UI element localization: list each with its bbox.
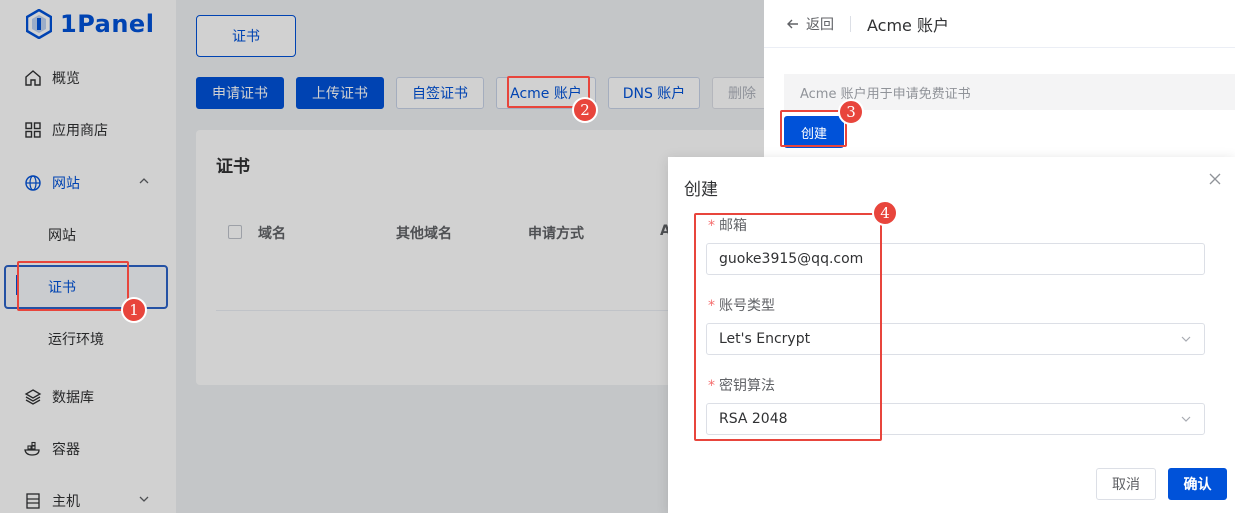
cancel-button[interactable]: 取消 — [1096, 468, 1156, 500]
back-label: 返回 — [806, 16, 834, 33]
annotation-box-4 — [694, 213, 882, 441]
arrow-left-icon — [787, 19, 798, 28]
annotation-box-3 — [780, 110, 847, 147]
dialog-title: 创建 — [684, 180, 718, 200]
close-icon[interactable] — [1207, 171, 1223, 187]
chevron-down-icon — [1181, 336, 1191, 342]
header-divider — [850, 15, 851, 32]
chevron-down-icon — [1181, 416, 1191, 422]
confirm-button[interactable]: 确认 — [1168, 468, 1227, 500]
drawer-title: Acme 账户 — [867, 15, 949, 35]
drawer-header: 返回 Acme 账户 — [764, 0, 1235, 48]
annotation-badge-1: 1 — [121, 297, 147, 323]
annotation-badge-4: 4 — [872, 200, 898, 226]
back-button[interactable]: 返回 — [786, 14, 834, 34]
annotation-badge-2: 2 — [572, 97, 598, 123]
annotation-badge-3: 3 — [838, 99, 864, 125]
annotation-box-1 — [17, 261, 129, 311]
